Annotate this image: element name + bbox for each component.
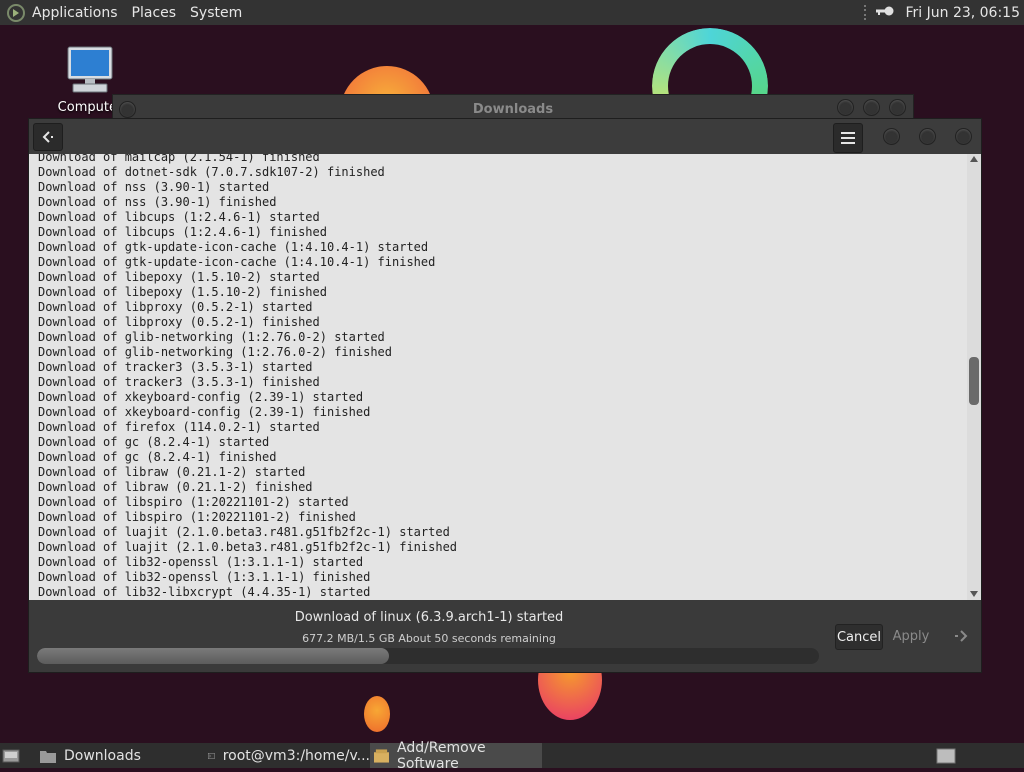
terminal-icon xyxy=(208,752,215,759)
clock[interactable]: Fri Jun 23, 06:15 xyxy=(905,5,1020,21)
log-line: Download of nss (3.90-1) started xyxy=(38,180,270,194)
log-line: Download of glib-networking (1:2.76.0-2)… xyxy=(38,345,393,359)
cancel-button[interactable]: Cancel xyxy=(835,624,883,650)
log-line: Download of xkeyboard-config (2.39-1) st… xyxy=(38,390,364,404)
small-orange-blob xyxy=(364,696,390,732)
log-line: Download of dotnet-sdk (7.0.7.sdk107-2) … xyxy=(38,165,385,179)
log-line: Download of libraw (0.21.1-2) finished xyxy=(38,480,313,494)
progress-bar xyxy=(37,648,819,664)
maximize-icon[interactable] xyxy=(863,99,880,116)
top-panel: Applications Places System Fri Jun 23, 0… xyxy=(0,0,1024,25)
taskbar-item-label: root@vm3:/home/v... xyxy=(222,747,370,764)
log-line: Download of xkeyboard-config (2.39-1) fi… xyxy=(38,405,371,419)
computer-icon xyxy=(67,46,113,93)
close-icon[interactable] xyxy=(889,99,906,116)
scroll-down-icon[interactable] xyxy=(970,591,978,597)
menu-system[interactable]: System xyxy=(190,5,242,21)
log-line: Download of luajit (2.1.0.beta3.r481.g51… xyxy=(38,540,458,554)
distro-logo-icon[interactable] xyxy=(6,3,26,23)
minimize-icon[interactable] xyxy=(883,128,900,145)
minimize-icon[interactable] xyxy=(837,99,854,116)
log-line: Download of luajit (2.1.0.beta3.r481.g51… xyxy=(38,525,450,539)
menu-places[interactable]: Places xyxy=(132,5,177,21)
scroll-thumb[interactable] xyxy=(969,357,979,405)
scroll-up-icon[interactable] xyxy=(970,156,978,162)
log-line: Download of gtk-update-icon-cache (1:4.1… xyxy=(38,240,429,254)
log-line: Download of gc (8.2.4-1) finished xyxy=(38,450,277,464)
log-line: Download of mailcap (2.1.54-1) finished xyxy=(38,154,320,164)
log-line: Download of glib-networking (1:2.76.0-2)… xyxy=(38,330,385,344)
key-icon[interactable] xyxy=(875,4,895,22)
taskbar-item-downloads[interactable]: Downloads xyxy=(36,743,200,768)
show-desktop-button[interactable] xyxy=(2,743,24,768)
log-line: Download of libproxy (0.5.2-1) finished xyxy=(38,315,320,329)
log-line: Download of lib32-openssl (1:3.1.1-1) st… xyxy=(38,555,364,569)
software-window: Download of mailcap (2.1.54-1) finished D… xyxy=(28,118,982,673)
log-line: Download of libspiro (1:20221101-2) fini… xyxy=(38,510,356,524)
forward-arrow-icon xyxy=(955,630,968,642)
log-line: Download of libraw (0.21.1-2) started xyxy=(38,465,306,479)
log-lines: Download of mailcap (2.1.54-1) finished D… xyxy=(29,154,457,600)
log-line: Download of tracker3 (3.5.3-1) started xyxy=(38,360,313,374)
log-line: Download of gc (8.2.4-1) started xyxy=(38,435,270,449)
log-line: Download of libepoxy (1.5.10-2) finished xyxy=(38,285,327,299)
menu-applications[interactable]: Applications xyxy=(32,5,118,21)
status-detail: 677.2 MB/1.5 GB About 50 seconds remaini… xyxy=(302,632,556,645)
taskbar-item-terminal[interactable]: root@vm3:/home/v... xyxy=(204,743,370,768)
taskbar-item-software[interactable]: Add/Remove Software xyxy=(370,740,542,772)
workspace-icon xyxy=(936,748,956,763)
progress-fill xyxy=(37,648,389,664)
log-line: Download of libcups (1:2.4.6-1) started xyxy=(38,210,320,224)
download-log[interactable]: Download of mailcap (2.1.54-1) finished D… xyxy=(29,154,967,600)
header-bar xyxy=(29,119,981,154)
show-desktop-icon xyxy=(2,749,20,762)
log-line: Download of tracker3 (3.5.3-1) finished xyxy=(38,375,320,389)
hamburger-icon xyxy=(841,132,855,144)
back-arrow-icon xyxy=(42,131,53,143)
taskbar-item-label: Downloads xyxy=(64,747,141,764)
next-button[interactable] xyxy=(949,624,973,648)
workspace-switcher[interactable] xyxy=(936,743,958,768)
log-line: Download of gtk-update-icon-cache (1:4.1… xyxy=(38,255,436,269)
log-line: Download of nss (3.90-1) finished xyxy=(38,195,277,209)
apply-button[interactable]: Apply xyxy=(887,624,935,648)
progress-footer: Download of linux (6.3.9.arch1-1) starte… xyxy=(29,600,981,672)
close-icon[interactable] xyxy=(955,128,972,145)
log-line: Download of lib32-openssl (1:3.1.1-1) fi… xyxy=(38,570,371,584)
maximize-icon[interactable] xyxy=(919,128,936,145)
package-icon xyxy=(374,748,389,763)
log-line: Download of libcups (1:2.4.6-1) finished xyxy=(38,225,327,239)
log-line: Download of lib32-libxcrypt (4.4.35-1) s… xyxy=(38,585,371,599)
folder-icon xyxy=(40,750,56,763)
window-title: Downloads xyxy=(472,102,554,117)
log-scrollbar[interactable] xyxy=(967,154,981,600)
taskbar: Downloads root@vm3:/home/v... Add/Remove… xyxy=(0,740,1024,772)
log-line: Download of libspiro (1:20221101-2) star… xyxy=(38,495,349,509)
status-text: Download of linux (6.3.9.arch1-1) starte… xyxy=(294,610,564,625)
taskbar-item-label: Add/Remove Software xyxy=(396,739,486,772)
panel-separator xyxy=(864,4,867,21)
back-button[interactable] xyxy=(33,123,63,151)
menu-button[interactable] xyxy=(833,123,863,153)
log-line: Download of libproxy (0.5.2-1) started xyxy=(38,300,313,314)
log-line: Download of firefox (114.0.2-1) started xyxy=(38,420,320,434)
log-line: Download of libepoxy (1.5.10-2) started xyxy=(38,270,320,284)
